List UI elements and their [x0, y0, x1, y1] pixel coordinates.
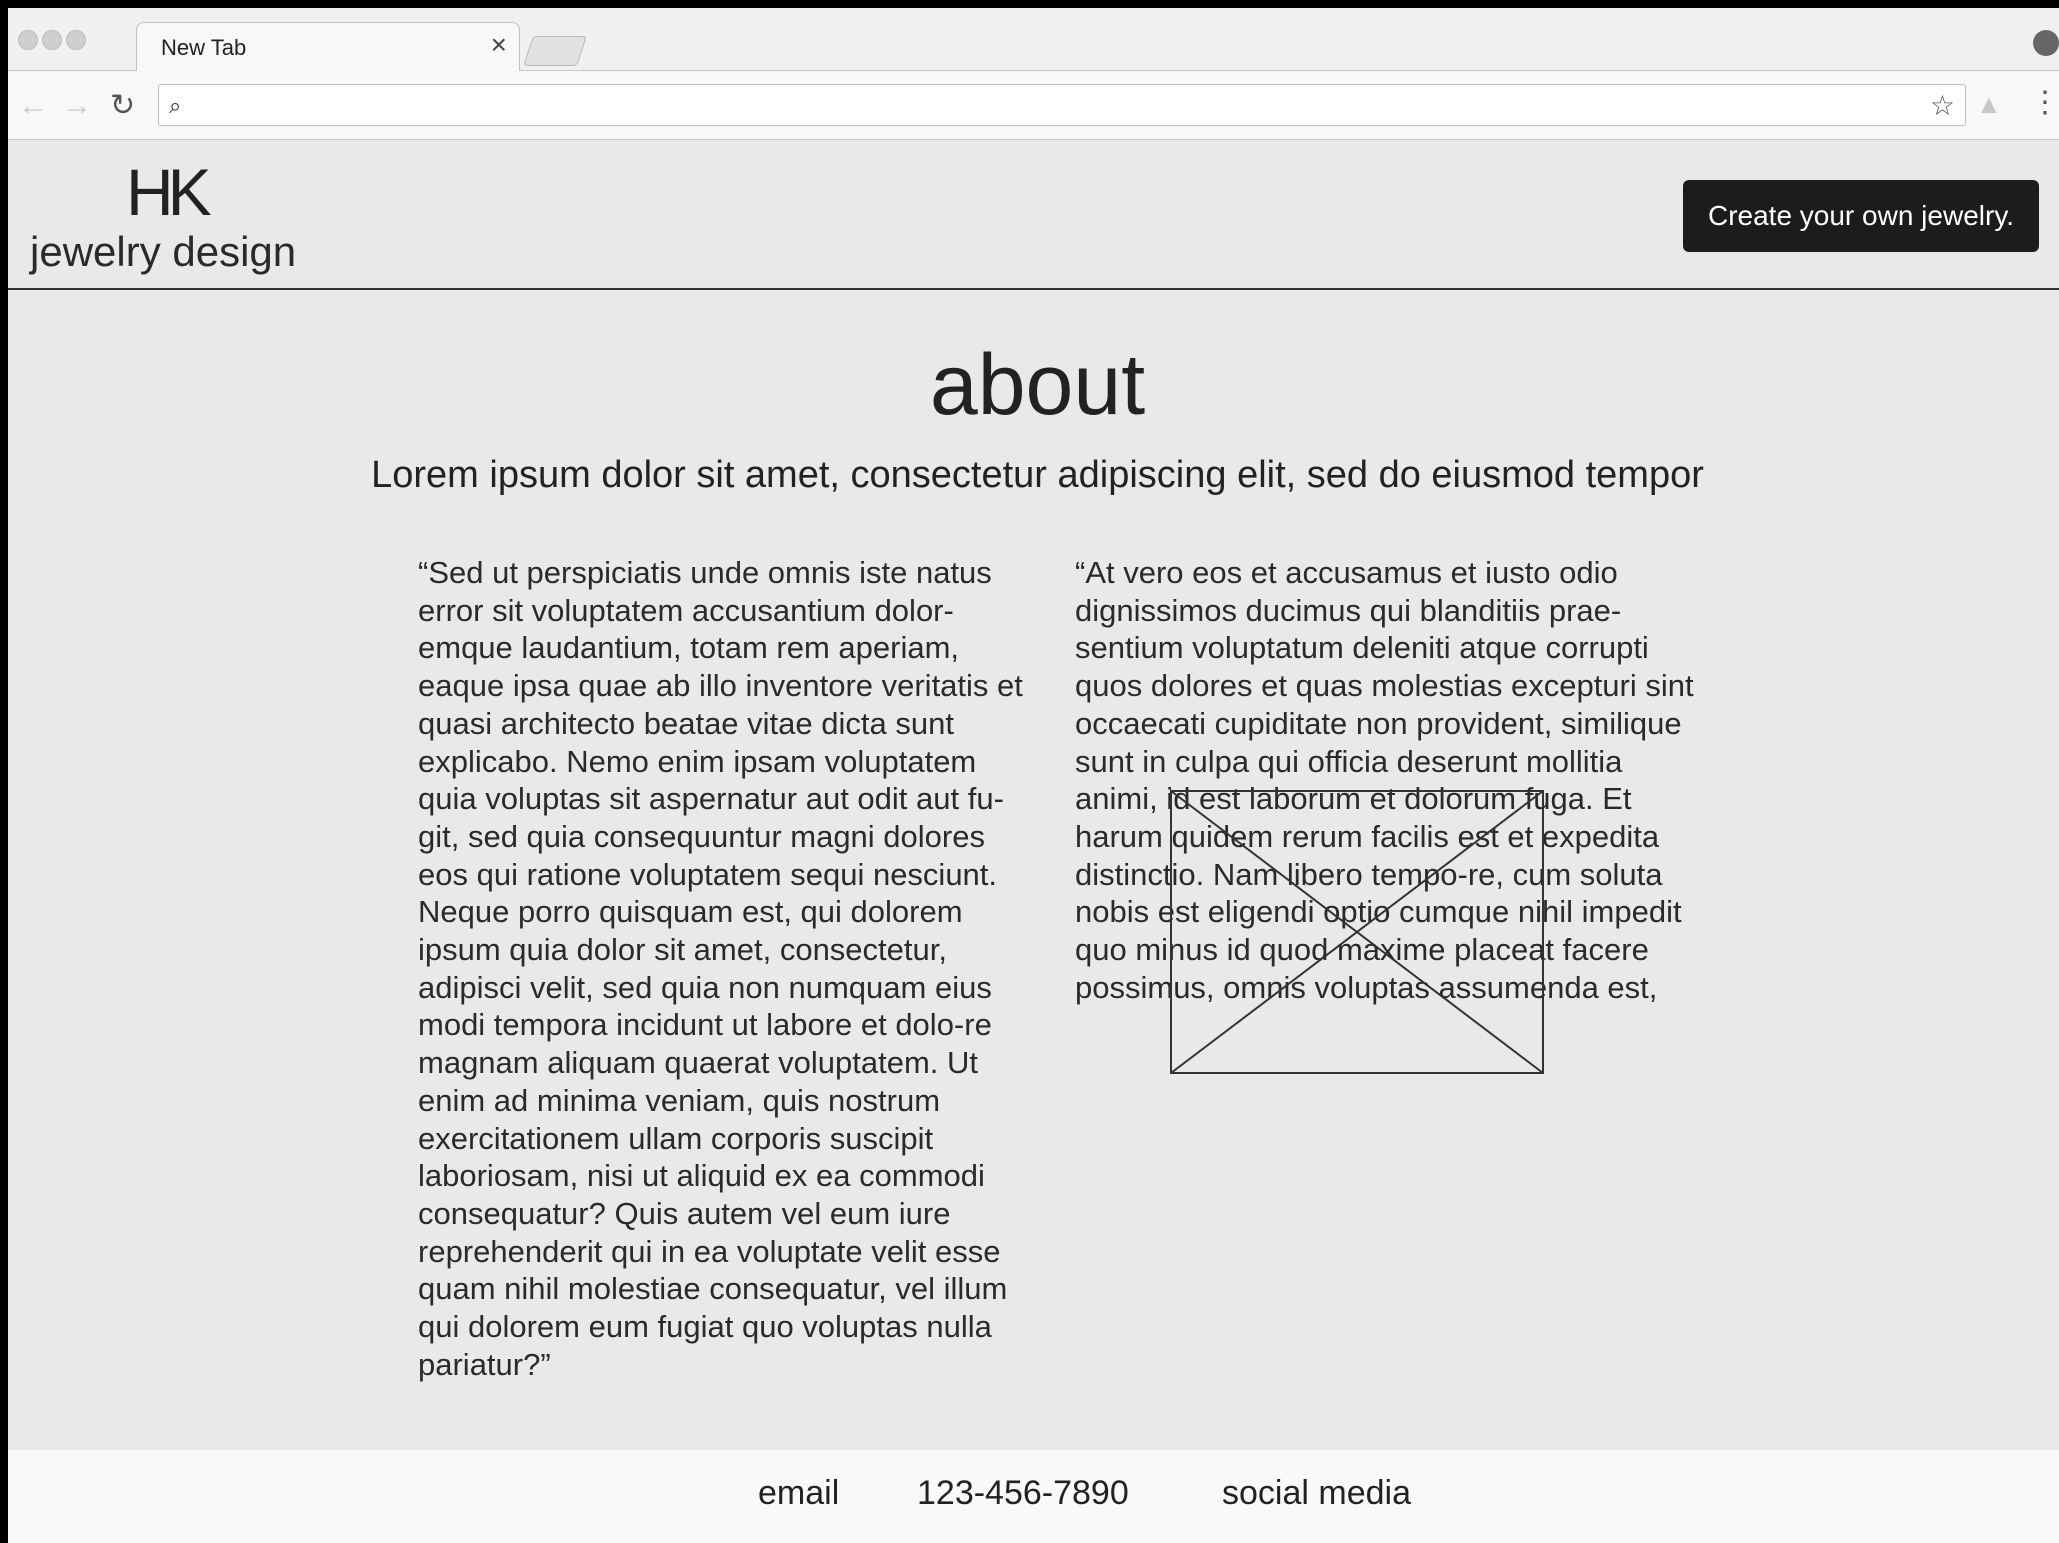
back-arrow-icon[interactable]: ← — [18, 91, 48, 121]
zoom-window-button[interactable] — [66, 30, 86, 50]
address-bar[interactable]: ⌕ ☆ — [158, 84, 1966, 126]
kebab-menu-icon[interactable]: ⋮ — [2030, 85, 2059, 120]
star-icon[interactable]: ☆ — [1930, 89, 1955, 122]
footer-phone[interactable]: 123-456-7890 — [917, 1474, 1129, 1513]
footer-email-link[interactable]: email — [758, 1474, 839, 1513]
about-text-left: “Sed ut perspiciatis unde omnis iste nat… — [418, 555, 1023, 1382]
logo-subtitle[interactable]: jewelry design — [30, 228, 296, 276]
page-title: about — [929, 337, 1146, 433]
close-icon[interactable]: × — [491, 31, 507, 59]
profile-icon[interactable] — [2033, 30, 2059, 56]
reload-icon[interactable]: ↻ — [110, 91, 135, 121]
close-window-button[interactable] — [18, 30, 38, 50]
create-jewelry-button[interactable]: Create your own jewelry. — [1683, 180, 2039, 252]
browser-window: New Tab × ← → ↻ ⌕ ☆ ▲ ⋮ HK jewelry desig… — [8, 8, 2059, 1543]
tab-title: New Tab — [161, 35, 247, 60]
minimize-window-button[interactable] — [42, 30, 62, 50]
forward-arrow-icon[interactable]: → — [62, 91, 92, 121]
address-input[interactable] — [203, 91, 1887, 121]
browser-toolbar: ← → ↻ ⌕ ☆ ▲ ⋮ — [8, 71, 2059, 140]
search-icon: ⌕ — [169, 93, 182, 118]
tab-strip: New Tab × — [8, 8, 2059, 72]
new-tab-button[interactable] — [523, 36, 587, 66]
site-footer: email 123-456-7890 social media — [8, 1450, 2059, 1543]
image-placeholder-icon — [1170, 790, 1544, 1074]
logo[interactable]: HK — [126, 154, 212, 230]
site-header: HK jewelry design Create your own jewelr… — [8, 140, 2059, 290]
drive-icon[interactable]: ▲ — [1976, 89, 2002, 120]
web-page: HK jewelry design Create your own jewelr… — [8, 140, 2059, 1543]
tab-new-tab[interactable]: New Tab × — [136, 22, 520, 72]
page-subtitle: Lorem ipsum dolor sit amet, consectetur … — [371, 454, 1704, 496]
footer-social-link[interactable]: social media — [1222, 1474, 1411, 1513]
